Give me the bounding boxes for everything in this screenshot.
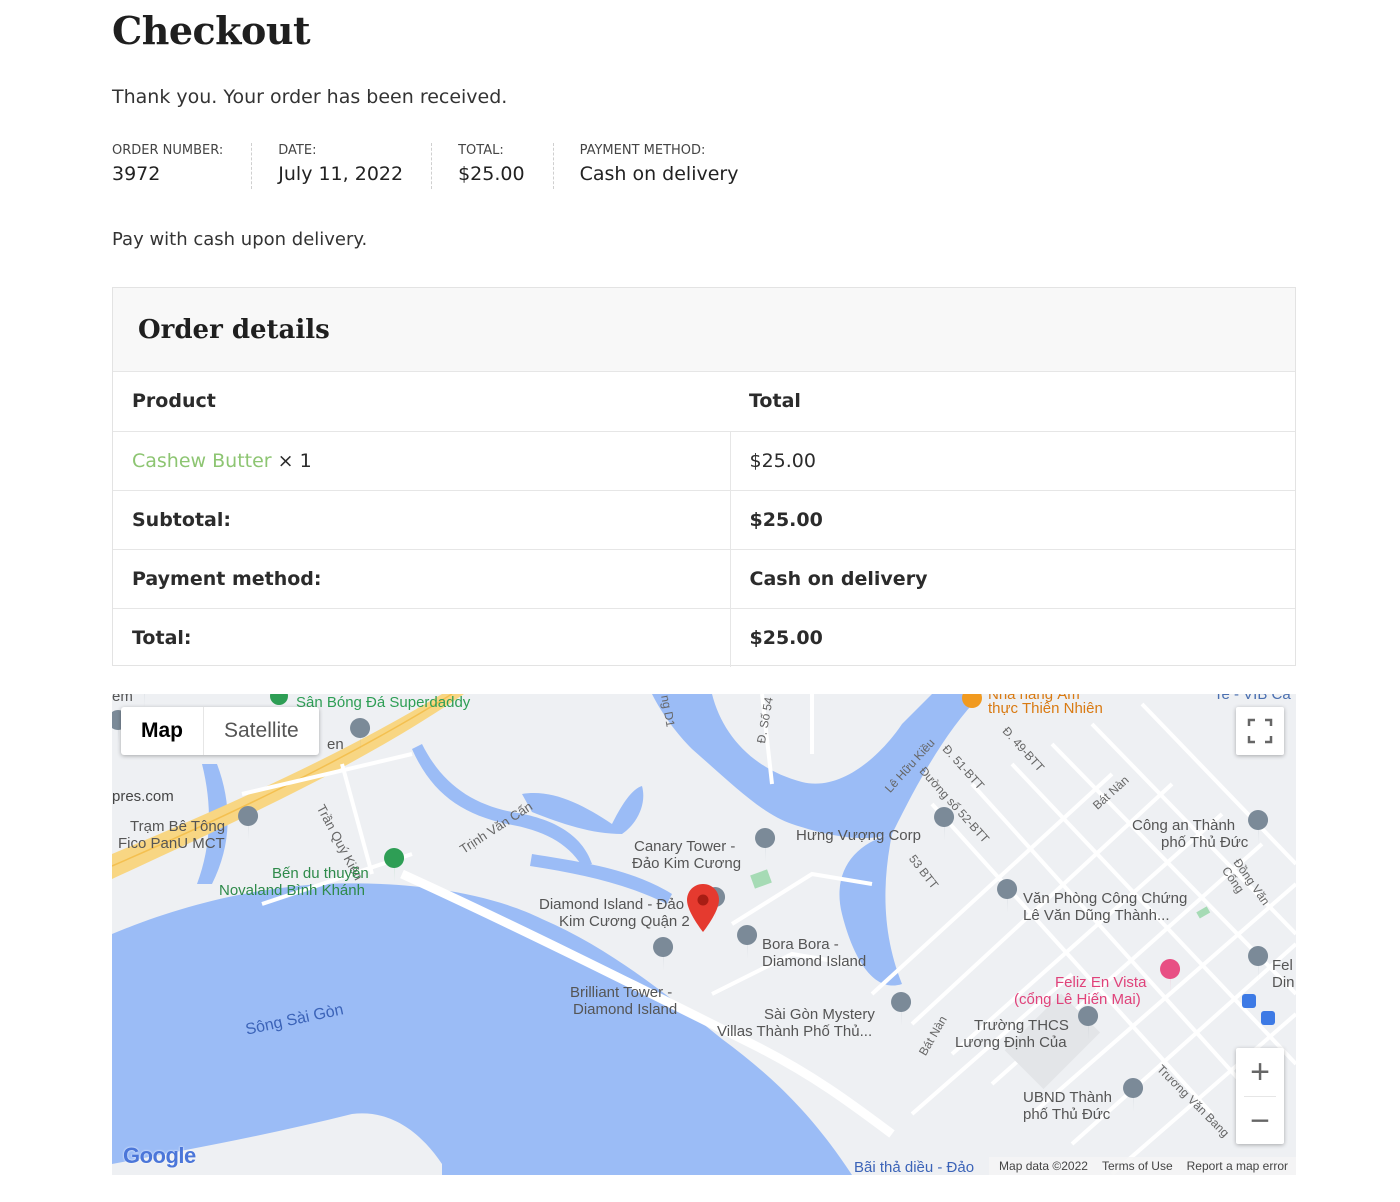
order-number: ORDER NUMBER: 3972 xyxy=(112,143,253,189)
map-label-cong-an-2: phố Thủ Đức xyxy=(1161,834,1249,851)
order-total-label: TOTAL: xyxy=(458,143,504,158)
map-label-cong-an-1: Công an Thành xyxy=(1132,817,1236,834)
map-label-nha-hang-2: thực Thiên Nhiên xyxy=(988,700,1103,717)
fullscreen-icon xyxy=(1247,718,1273,744)
map-label-sb: Sân Bóng Đá Superdaddy xyxy=(296,694,471,711)
map-label-ubnd-2: phố Thủ Đức xyxy=(1023,1106,1111,1123)
map-label-feliz-2: (cổng Lê Hiến Mai) xyxy=(1014,991,1141,1008)
payment-note: Pay with cash upon delivery. xyxy=(112,229,368,250)
google-logo[interactable]: Google xyxy=(123,1143,196,1169)
map-label-fel-1: Fel xyxy=(1272,957,1293,974)
map-canvas[interactable] xyxy=(112,694,1296,1175)
order-date-label: DATE: xyxy=(278,143,317,158)
map-label-van-phong-1: Văn Phòng Công Chứng xyxy=(1023,890,1188,907)
order-payment-value: Cash on delivery xyxy=(579,163,739,185)
table-row: Subtotal: $25.00 xyxy=(113,490,1295,550)
map-label-bai-tha: Bãi thả diều - Đảo xyxy=(854,1159,975,1175)
order-total-value: $25.00 xyxy=(458,163,525,185)
product-total: $25.00 xyxy=(730,431,1295,491)
order-date: DATE: July 11, 2022 xyxy=(278,143,433,189)
map-label-hung-vuong: Hưng Vượng Corp xyxy=(796,827,921,844)
order-overview: ORDER NUMBER: 3972 DATE: July 11, 2022 T… xyxy=(112,143,792,189)
terms-of-use-link[interactable]: Terms of Use xyxy=(1102,1159,1173,1175)
table-row: Cashew Butter × 1 $25.00 xyxy=(113,431,1295,491)
map-type-map-button[interactable]: Map xyxy=(121,707,203,755)
zoom-in-button[interactable]: + xyxy=(1236,1048,1284,1096)
map-label-truong-2: Lương Định Của xyxy=(955,1034,1067,1051)
map-label-truong-1: Trường THCS xyxy=(974,1017,1069,1034)
fullscreen-button[interactable] xyxy=(1236,707,1284,755)
map-type-control: Map Satellite xyxy=(121,707,319,755)
order-payment-label: PAYMENT METHOD: xyxy=(579,143,706,158)
subtotal-label: Subtotal: xyxy=(113,490,731,550)
map-label-ben-2: Novaland Bình Khánh xyxy=(219,882,365,899)
map-label-van-phong-2: Lê Văn Dũng Thành... xyxy=(1023,907,1170,924)
map-label-pres: pres.com xyxy=(112,788,174,805)
map-label-ubnd-1: UBND Thành xyxy=(1023,1089,1112,1106)
total-label: Total: xyxy=(113,608,731,667)
map-label-mystery-1: Sài Gòn Mystery xyxy=(764,1006,875,1023)
location-map[interactable]: Sân Bóng Đá Superdaddy Nhà hàng Ẩm thực … xyxy=(112,694,1296,1175)
product-cell: Cashew Butter × 1 xyxy=(113,431,731,491)
column-header-product: Product xyxy=(113,372,730,432)
map-label-diamond-1: Diamond Island - Đảo xyxy=(539,896,685,913)
map-label-diamond-2: Kim Cương Quận 2 xyxy=(559,913,690,930)
zoom-out-button[interactable]: − xyxy=(1236,1097,1284,1145)
map-data-attribution: Map data ©2022 xyxy=(999,1159,1088,1173)
table-row: Payment method: Cash on delivery xyxy=(113,549,1295,609)
google-logo-text: Google xyxy=(123,1143,196,1168)
order-details-header: Order details xyxy=(113,288,1295,372)
order-payment-method: PAYMENT METHOD: Cash on delivery xyxy=(580,143,767,189)
product-link[interactable]: Cashew Butter xyxy=(132,450,272,472)
payment-method-label: Payment method: xyxy=(113,549,731,609)
page-title: Checkout xyxy=(112,8,311,53)
product-quantity: × 1 xyxy=(277,449,312,472)
map-label-em: em xyxy=(112,694,133,705)
map-type-satellite-button[interactable]: Satellite xyxy=(203,707,319,755)
zoom-control: + − xyxy=(1236,1048,1284,1144)
order-number-label: ORDER NUMBER: xyxy=(112,143,224,158)
map-label-tram-2: Fico PanU MCT xyxy=(118,835,225,852)
map-label-brilliant-1: Brilliant Tower - xyxy=(570,984,673,1001)
column-header-total: Total xyxy=(730,372,1295,432)
payment-method-value: Cash on delivery xyxy=(730,549,1295,609)
order-details-heading: Order details xyxy=(138,314,330,345)
map-label-mystery-2: Villas Thành Phố Thủ... xyxy=(717,1023,873,1040)
thank-you-message: Thank you. Your order has been received. xyxy=(112,86,508,108)
subtotal-value: $25.00 xyxy=(730,490,1295,550)
table-row: Total: $25.00 xyxy=(113,608,1295,667)
map-label-canary-2: Đảo Kim Cương xyxy=(632,855,742,872)
map-label-canary-1: Canary Tower - xyxy=(634,838,736,855)
order-number-value: 3972 xyxy=(112,163,161,185)
order-total: TOTAL: $25.00 xyxy=(458,143,554,189)
order-details: Order details Product Total Cashew Butte… xyxy=(112,287,1296,667)
order-date-value: July 11, 2022 xyxy=(278,163,404,185)
map-label-vib: Te - VIB Ca xyxy=(1214,694,1291,703)
map-label-feliz-1: Feliz En Vista xyxy=(1055,974,1147,991)
map-label-fel-2: Din xyxy=(1272,974,1295,991)
map-label-en: en xyxy=(327,736,344,753)
report-map-error-link[interactable]: Report a map error xyxy=(1187,1159,1288,1175)
map-label-ben-1: Bến du thuyền xyxy=(272,865,369,882)
total-value: $25.00 xyxy=(749,626,823,649)
table-header-row: Product Total xyxy=(113,372,1295,432)
map-footer: Map data ©2022 Terms of Use Report a map… xyxy=(989,1157,1296,1175)
order-details-table: Product Total Cashew Butter × 1 $25.00 S… xyxy=(113,372,1295,667)
map-label-bora-1: Bora Bora - xyxy=(762,936,839,953)
map-label-bora-2: Diamond Island xyxy=(762,953,867,970)
map-label-tram-1: Trạm Bê Tông xyxy=(130,818,226,835)
map-label-brilliant-2: Diamond Island xyxy=(573,1001,678,1018)
